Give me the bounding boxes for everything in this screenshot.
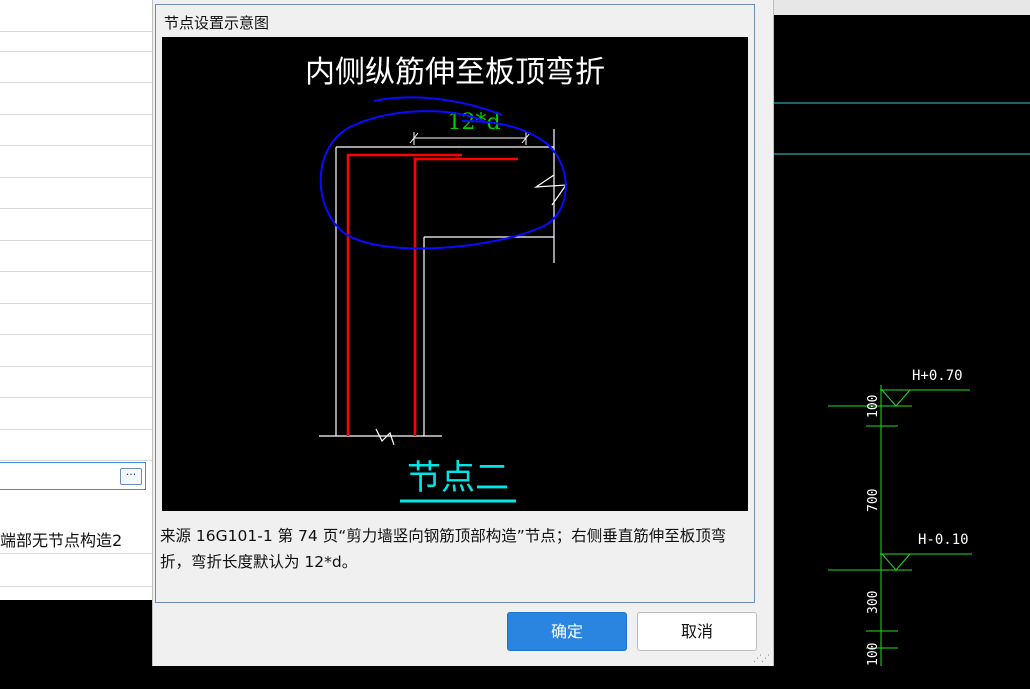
active-edit-cell[interactable]: ···: [0, 462, 146, 490]
ellipsis-button[interactable]: ···: [120, 468, 142, 485]
grid-row[interactable]: [0, 335, 152, 367]
grid-row[interactable]: [0, 429, 152, 461]
property-grid: ··· 端部无节点构造2: [0, 0, 153, 600]
grid-row[interactable]: [0, 177, 152, 209]
grid-row[interactable]: [0, 586, 152, 600]
dim-lower: 300: [866, 591, 881, 614]
dim-top: 100: [866, 395, 881, 418]
rebar: [346, 153, 518, 436]
diagram-group-box: 节点设置示意图 内侧纵筋伸至板顶弯折 12*d 节点二 来源 16G101-1 …: [155, 4, 755, 603]
grid-row[interactable]: [0, 303, 152, 335]
grid-row[interactable]: [0, 83, 152, 115]
grid-row[interactable]: [0, 240, 152, 272]
grid-row[interactable]: [0, 51, 152, 83]
node-name: 节点二: [407, 458, 509, 498]
grid-row[interactable]: [0, 209, 152, 241]
cancel-button[interactable]: 取消: [637, 612, 757, 651]
elevation-lower: [828, 553, 972, 571]
grid-row[interactable]: [0, 398, 152, 430]
node-description: 来源 16G101-1 第 74 页“剪力墙竖向钢筋顶部构造”节点；右侧垂直筋伸…: [160, 527, 727, 571]
bottom-bar: [0, 666, 772, 689]
grid-row[interactable]: [0, 114, 152, 146]
grid-row[interactable]: [0, 555, 152, 587]
ok-button[interactable]: 确定: [507, 612, 627, 651]
upper-level-label: H+0.70: [912, 368, 963, 384]
grid-row[interactable]: [0, 366, 152, 398]
dim-middle: 700: [866, 489, 881, 512]
grid-row[interactable]: [0, 146, 152, 178]
node-diagram: 内侧纵筋伸至板顶弯折 12*d 节点二: [162, 37, 748, 511]
dim-bottom: 100: [866, 643, 881, 666]
group-title: 节点设置示意图: [164, 14, 270, 32]
node-settings-dialog: 节点设置示意图 内侧纵筋伸至板顶弯折 12*d 节点二 来源 16G101-1 …: [152, 0, 774, 666]
elevation-upper: [828, 389, 970, 407]
grid-row-text: 端部无节点构造2: [0, 531, 123, 550]
resize-grip-icon[interactable]: ⋰⋰: [753, 654, 770, 664]
grid-row[interactable]: [0, 20, 152, 52]
lower-level-label: H-0.10: [918, 532, 969, 548]
wall-outline: [319, 129, 568, 446]
dimension-line: [866, 385, 898, 666]
annotation-scribble: [319, 96, 567, 250]
grid-row[interactable]: [0, 272, 152, 304]
diagram-title: 内侧纵筋伸至板顶弯折: [305, 55, 605, 90]
